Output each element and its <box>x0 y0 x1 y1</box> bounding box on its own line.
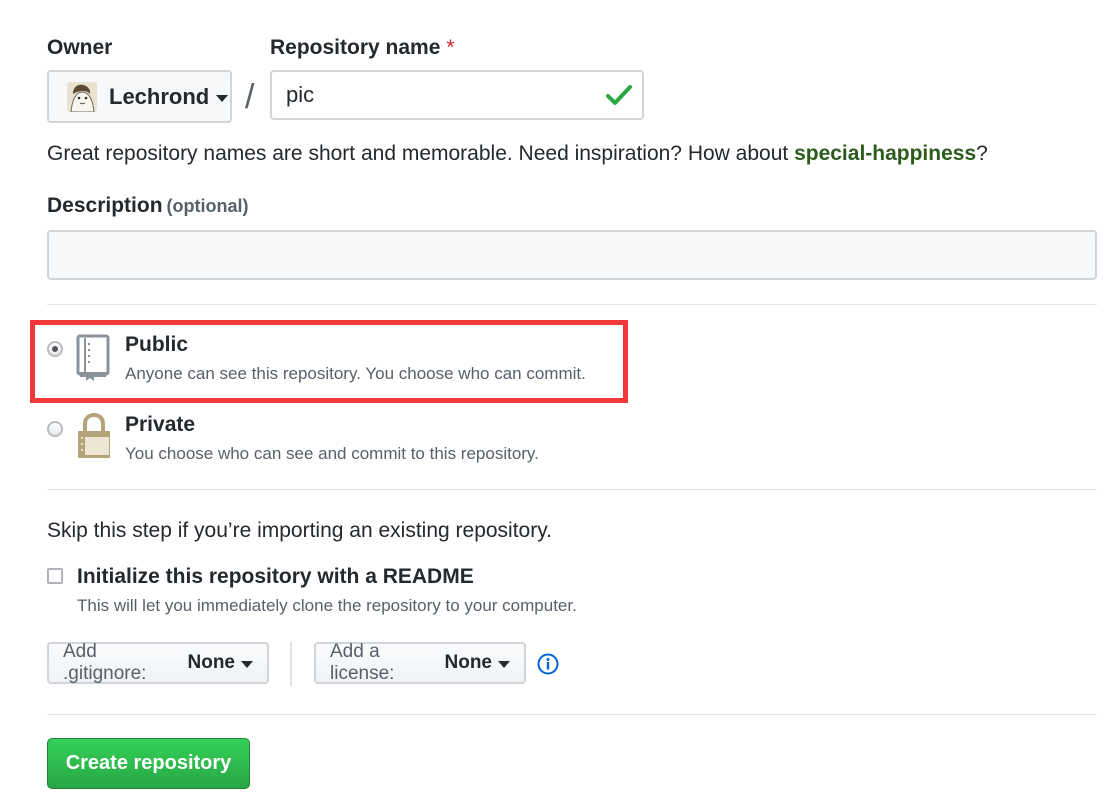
gitignore-prefix: Add .gitignore: <box>63 641 147 684</box>
create-repository-button[interactable]: Create repository <box>47 738 250 789</box>
owner-label: Owner <box>47 36 113 59</box>
hint-end: ? <box>976 142 988 165</box>
license-value: None <box>444 652 493 673</box>
gitignore-dropdown[interactable]: Add .gitignore: None <box>47 641 269 684</box>
owner-select[interactable]: Lechrond <box>47 70 232 123</box>
private-radio[interactable] <box>47 421 63 437</box>
divider <box>47 304 1097 305</box>
divider <box>47 714 1097 715</box>
private-description: You choose who can see and commit to thi… <box>125 444 539 463</box>
readme-description: This will let you immediately clone the … <box>77 596 577 615</box>
readme-checkbox[interactable] <box>47 568 63 584</box>
info-icon[interactable] <box>537 653 559 675</box>
owner-repo-separator: / <box>245 78 255 116</box>
public-description: Anyone can see this repository. You choo… <box>125 364 586 383</box>
description-label-text: Description <box>47 194 163 217</box>
check-icon <box>606 85 632 105</box>
suggested-name-link[interactable]: special-happiness <box>794 142 976 165</box>
repo-name-input[interactable] <box>270 70 644 120</box>
gitignore-value: None <box>187 652 236 673</box>
divider <box>47 489 1097 490</box>
skip-note: Skip this step if you’re importing an ex… <box>47 519 553 542</box>
owner-name: Lechrond <box>109 83 210 109</box>
required-mark: * <box>446 36 455 59</box>
public-radio[interactable] <box>47 341 63 357</box>
name-hint: Great repository names are short and mem… <box>47 142 988 166</box>
private-title: Private <box>125 413 196 436</box>
public-title: Public <box>125 333 189 356</box>
chevron-down-icon <box>498 660 510 668</box>
readme-label[interactable]: Initialize this repository with a README <box>77 565 474 589</box>
repo-name-label: Repository name * <box>270 36 455 60</box>
avatar <box>67 81 97 112</box>
description-input[interactable] <box>47 230 1097 280</box>
repo-name-label-text: Repository name <box>270 36 441 59</box>
license-prefix: Add a license: <box>330 641 395 684</box>
license-dropdown[interactable]: Add a license: None <box>314 641 526 684</box>
description-label: Description (optional) <box>47 194 249 218</box>
optional-note: (optional) <box>166 196 249 216</box>
dropdown-separator <box>290 642 292 686</box>
hint-text: Great repository names are short and mem… <box>47 142 795 165</box>
repo-book-icon <box>76 334 110 381</box>
lock-icon <box>78 412 110 458</box>
chevron-down-icon <box>216 94 229 102</box>
highlight-box <box>30 320 628 403</box>
chevron-down-icon <box>241 660 253 668</box>
